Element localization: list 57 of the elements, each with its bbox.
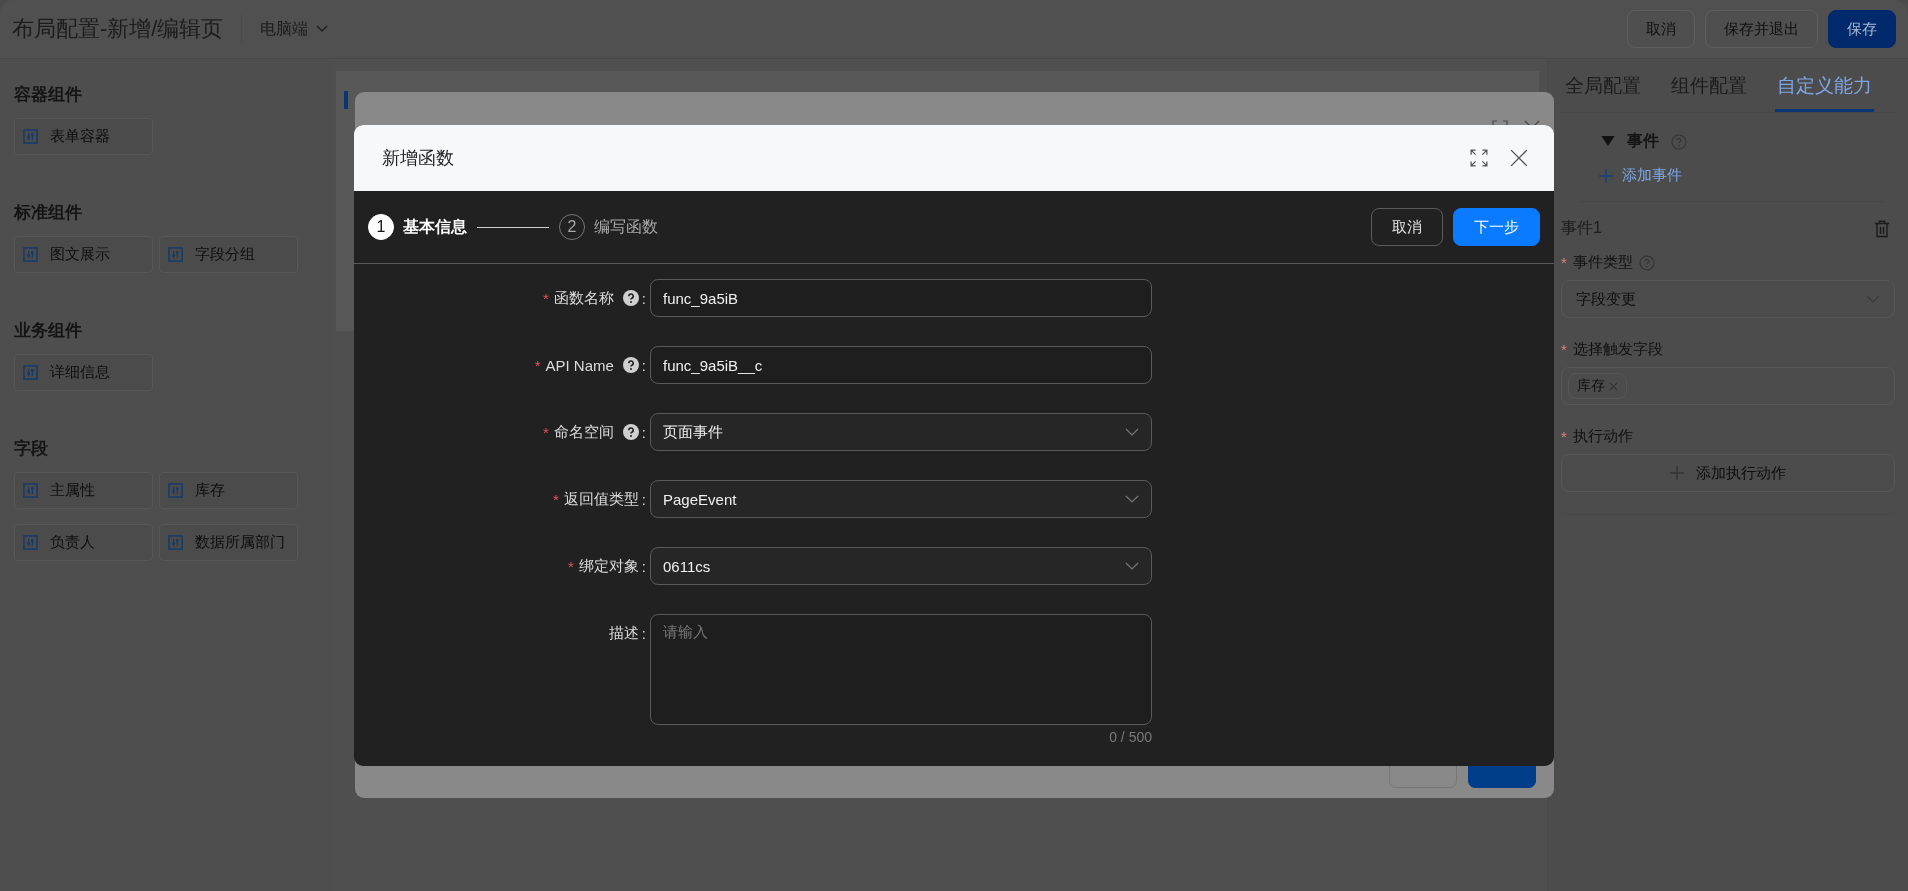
field-label: 函数名称 [553, 288, 614, 308]
field-label: 描述 [608, 623, 639, 643]
component-item[interactable]: 库存 [159, 472, 298, 509]
trigger-field-select[interactable]: 库存 [1561, 367, 1895, 405]
field-label: 执行动作 [1572, 427, 1633, 446]
add-action-button[interactable]: 添加执行动作 [1561, 454, 1895, 492]
group-title: 字段 [14, 438, 49, 460]
select-field[interactable]: 页面事件 [650, 413, 1152, 451]
component-item[interactable]: 表单容器 [14, 118, 153, 155]
field-label: 绑定对象 [578, 556, 639, 576]
save-and-exit-button[interactable]: 保存并退出 [1705, 10, 1818, 48]
label-colon: : [641, 356, 646, 374]
next-step-button[interactable]: 下一步 [1453, 208, 1540, 246]
event-type-select[interactable]: 字段变更 [1561, 280, 1895, 318]
step: 1 基本信息 [368, 214, 467, 240]
cancel-button[interactable]: 取消 [1371, 208, 1443, 246]
group-title: 容器组件 [14, 84, 83, 106]
component-item[interactable]: 数据所属部门 [159, 524, 298, 561]
save-button[interactable]: 保存 [1828, 10, 1896, 48]
label-colon: : [641, 557, 646, 575]
component-item[interactable]: 字段分组 [159, 236, 298, 273]
label-colon: : [641, 423, 646, 441]
label-colon: : [641, 289, 646, 307]
field-label: API Name [545, 356, 614, 374]
required-mark: * [553, 490, 559, 508]
group-title: 业务组件 [14, 320, 83, 342]
group-title: 标准组件 [14, 202, 83, 224]
text-input[interactable]: func_9a5iB [650, 279, 1152, 317]
step: 2 编写函数 [559, 214, 658, 240]
description-textarea[interactable]: 请输入 [650, 614, 1152, 725]
add-event-link[interactable]: 添加事件 [1599, 166, 1682, 185]
required-mark: * [568, 557, 574, 575]
section-title: 事件 [1627, 131, 1659, 151]
field-label: 事件类型 [1572, 253, 1633, 272]
component-item[interactable]: 主属性 [14, 472, 153, 509]
label-colon: : [641, 624, 646, 642]
component-item[interactable]: 负责人 [14, 524, 153, 561]
field-label: 命名空间 [553, 422, 614, 442]
dialog-title: 新增函数 [382, 147, 455, 170]
required-mark: * [543, 423, 549, 441]
select-field[interactable]: 0611cs [650, 547, 1152, 585]
select-field[interactable]: PageEvent [650, 480, 1152, 518]
field-label: 返回值类型 [563, 489, 639, 509]
panel-tab[interactable]: 自定义能力 [1775, 59, 1874, 112]
component-item[interactable]: 详细信息 [14, 354, 153, 391]
character-counter: 0 / 500 [1109, 729, 1152, 745]
required-mark: * [1561, 254, 1567, 271]
required-mark: * [1561, 428, 1567, 445]
field-label: 选择触发字段 [1572, 340, 1663, 359]
label-colon: : [641, 490, 646, 508]
required-mark: * [543, 289, 549, 307]
component-item[interactable]: 图文展示 [14, 236, 153, 273]
field-tag: 库存 [1568, 373, 1627, 399]
required-mark: * [534, 356, 541, 374]
required-mark: * [1561, 341, 1567, 358]
text-input[interactable]: func_9a5iB__c [650, 346, 1152, 384]
cancel-button[interactable]: 取消 [1627, 10, 1695, 48]
